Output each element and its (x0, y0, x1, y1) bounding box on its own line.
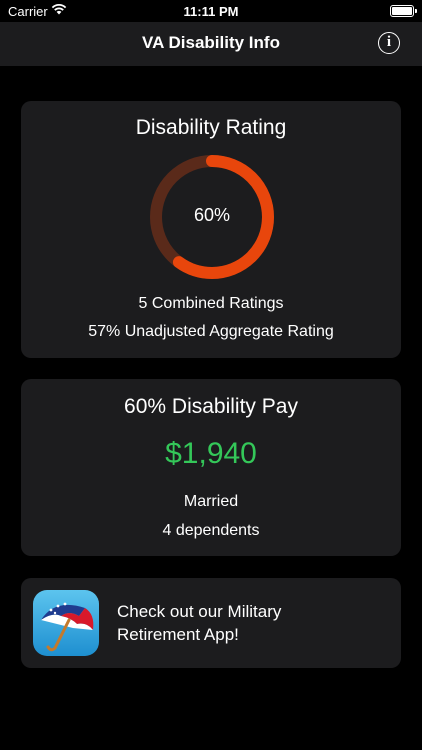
pay-title: 60% Disability Pay (124, 395, 298, 418)
clock: 11:11 PM (183, 4, 239, 19)
marital-status: Married (183, 493, 239, 510)
pay-amount: $1,940 (165, 437, 257, 470)
page-title: VA Disability Info (142, 33, 280, 52)
combined-ratings: 5 Combined Ratings (138, 295, 284, 312)
disability-rating-card[interactable]: Disability Rating 60% 5 Combined Ratings… (21, 101, 401, 358)
umbrella-app-icon[interactable] (33, 590, 99, 656)
rating-percent: 60% (193, 205, 231, 225)
info-icon[interactable]: i (378, 32, 400, 54)
dependents-count: 4 dependents (162, 522, 260, 539)
promo-card[interactable]: Check out our Military Retirement App! (21, 578, 401, 668)
disability-pay-card[interactable]: 60% Disability Pay $1,940 Married 4 depe… (21, 379, 401, 556)
rating-title: Disability Rating (135, 116, 287, 139)
promo-text[interactable]: Check out our Military Retirement App! (117, 600, 357, 646)
battery-icon (390, 5, 417, 17)
status-bar: Carrier 11:11 PM (0, 0, 422, 22)
navigation-bar: VA Disability Info i (0, 22, 422, 66)
unadjusted-rating: 57% Unadjusted Aggregate Rating (88, 323, 334, 340)
